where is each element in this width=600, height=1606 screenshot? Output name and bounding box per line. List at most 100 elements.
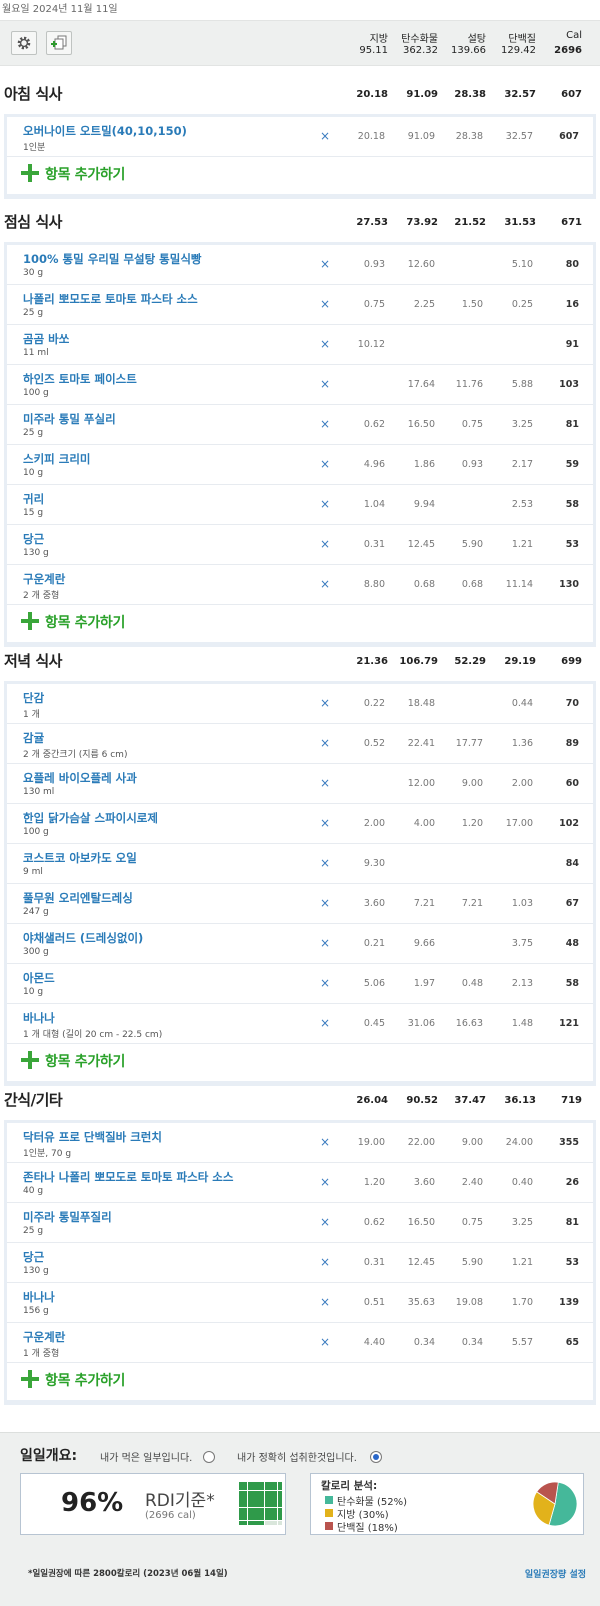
meal-header: 아침 식사 20.18 91.09 28.38 32.57 607 — [0, 68, 600, 114]
plus-icon — [21, 612, 39, 630]
food-name-link[interactable]: 하인즈 토마토 페이스트 — [23, 371, 137, 387]
rdi-label: RDI기준* — [145, 1491, 215, 1511]
food-fat: 9.30 — [363, 858, 385, 869]
food-name-link[interactable]: 스키피 크리미 — [23, 451, 90, 467]
food-name-link[interactable]: 구운계란 — [23, 1329, 65, 1345]
food-serving: 1인분 — [23, 143, 46, 153]
food-protein: 2.00 — [511, 778, 533, 789]
food-serving: 25 g — [23, 1226, 44, 1236]
food-name-link[interactable]: 풀무원 오리엔탈드레싱 — [23, 890, 133, 906]
food-protein: 5.57 — [511, 1337, 533, 1348]
food-serving: 1 개 — [23, 710, 40, 720]
food-name-link[interactable]: 바나나 — [23, 1289, 55, 1305]
food-cal: 48 — [565, 938, 579, 949]
food-carb: 18.48 — [407, 698, 435, 709]
food-name-link[interactable]: 닥터유 프로 단백질바 크런치 — [23, 1129, 162, 1145]
plus-icon — [21, 164, 39, 182]
food-row: 바나나 156 g × 0.51 35.63 19.08 1.70 139 — [7, 1283, 593, 1323]
food-name-link[interactable]: 존타나 나폴리 뽀모도로 토마토 파스타 소스 — [23, 1169, 233, 1185]
food-name-link[interactable]: 미주라 통밀푸질리 — [23, 1209, 112, 1225]
meal-items-box: 100% 통밀 우리밀 무설탕 통밀식빵 30 g × 0.93 12.60 5.10 80… — [4, 242, 596, 647]
settings-button[interactable] — [11, 31, 37, 55]
food-serving: 1인분, 70 g — [23, 1149, 72, 1159]
option-partial-radio[interactable] — [203, 1451, 215, 1463]
food-row: 풀무원 오리엔탈드레싱 247 g × 3.60 7.21 7.21 1.03 67 — [7, 884, 593, 924]
food-name-link[interactable]: 당근 — [23, 531, 44, 547]
food-carb: 91.09 — [407, 131, 435, 142]
delete-item-icon[interactable]: × — [320, 776, 330, 790]
food-name-link[interactable]: 야채샐러드 (드레싱없이) — [23, 930, 143, 946]
option-exact-radio[interactable] — [370, 1451, 382, 1463]
food-name-link[interactable]: 곰곰 바쏘 — [23, 331, 69, 347]
food-name-link[interactable]: 바나나 — [23, 1010, 55, 1026]
meal-items-box: 오버나이트 오트밀(40,10,150) 1인분 × 20.18 91.09 28.38 3… — [4, 114, 596, 199]
food-carb: 31.06 — [407, 1018, 435, 1029]
header-bar: 지방 탄수화물 설탕 단백질 Cal 95.11 362.32 139.66 1… — [0, 20, 600, 66]
food-serving: 2 개 중간크기 (지름 6 cm) — [23, 750, 128, 760]
food-name-link[interactable]: 한입 닭가슴살 스파이시로제 — [23, 810, 158, 826]
food-name-link[interactable]: 나폴리 뽀모도로 토마토 파스타 소스 — [23, 291, 198, 307]
food-protein: 0.25 — [511, 299, 533, 310]
food-serving: 300 g — [23, 947, 49, 957]
food-name-link[interactable]: 100% 통밀 우리밀 무설탕 통밀식빵 — [23, 251, 202, 267]
delete-item-icon[interactable]: × — [320, 377, 330, 391]
food-row: 한입 닭가슴살 스파이시로제 100 g × 2.00 4.00 1.20 17.00 102 — [7, 804, 593, 844]
food-carb: 16.50 — [407, 419, 435, 430]
food-name-link[interactable]: 아몬드 — [23, 970, 55, 986]
meal-total-cal: 671 — [561, 217, 582, 228]
add-item-button[interactable]: 항목 추가하기 — [7, 157, 593, 194]
food-name-link[interactable]: 미주라 통밀 푸실리 — [23, 411, 116, 427]
food-row: 곰곰 바쏘 11 ml × 10.12 91 — [7, 325, 593, 365]
option-exact-label: 내가 정확히 섭취한것입니다. — [237, 1453, 357, 1464]
food-carb: 0.34 — [413, 1337, 435, 1348]
food-cal: 81 — [565, 419, 579, 430]
food-protein: 2.53 — [511, 499, 533, 510]
add-item-label: 항목 추가하기 — [45, 1373, 126, 1389]
food-name-link[interactable]: 오버나이트 오트밀(40,10,150) — [23, 123, 187, 139]
food-carb: 12.60 — [407, 259, 435, 270]
add-copy-button[interactable] — [46, 31, 72, 55]
add-item-label: 항목 추가하기 — [45, 1054, 126, 1070]
food-carb: 12.00 — [407, 778, 435, 789]
food-name-link[interactable]: 요플레 바이오플레 사과 — [23, 770, 137, 786]
legend-protein-label: 단백질 (18%) — [337, 1523, 398, 1534]
food-cal: 53 — [565, 539, 579, 550]
food-row: 야채샐러드 (드레싱없이) 300 g × 0.21 9.66 3.75 48 — [7, 924, 593, 964]
food-name-link[interactable]: 코스트코 아보카도 오일 — [23, 850, 137, 866]
food-name-link[interactable]: 당근 — [23, 1249, 44, 1265]
food-cal: 607 — [559, 131, 579, 142]
food-row: 스키피 크리미 10 g × 4.96 1.86 0.93 2.17 59 — [7, 445, 593, 485]
food-name-link[interactable]: 구운계란 — [23, 571, 65, 587]
food-cal: 60 — [565, 778, 579, 789]
rdi-settings-link[interactable]: 일일권장량 설정 — [525, 1567, 586, 1580]
food-protein: 24.00 — [505, 1137, 533, 1148]
food-name-link[interactable]: 단감 — [23, 690, 44, 706]
meal-section-lunch: 점심 식사 27.53 73.92 21.52 31.53 671 100% 통밀 우리밀 … — [0, 196, 600, 647]
add-item-button[interactable]: 항목 추가하기 — [7, 1363, 593, 1400]
rdi-progress-grid — [239, 1482, 282, 1525]
food-protein: 32.57 — [505, 131, 533, 142]
food-protein: 1.48 — [511, 1018, 533, 1029]
food-row: 미주라 통밀푸질리 25 g × 0.62 16.50 0.75 3.25 81 — [7, 1203, 593, 1243]
meal-section-breakfast: 아침 식사 20.18 91.09 28.38 32.57 607 오버나이트 오트밀(40… — [0, 68, 600, 199]
meal-items-box: 단감 1 개 × 0.22 18.48 0.44 70 감귤 2 개 중간크기 (지름 6 cm… — [4, 681, 596, 1086]
meal-total-protein: 36.13 — [504, 1095, 536, 1106]
food-serving: 247 g — [23, 907, 49, 917]
food-row: 100% 통밀 우리밀 무설탕 통밀식빵 30 g × 0.93 12.60 5.10 80 — [7, 245, 593, 285]
food-cal: 58 — [565, 978, 579, 989]
food-serving: 25 g — [23, 428, 44, 438]
food-row: 감귤 2 개 중간크기 (지름 6 cm) × 0.52 22.41 17.77 1.36 8… — [7, 724, 593, 764]
legend-protein: 단백질 (18%) — [325, 1519, 398, 1534]
food-serving: 25 g — [23, 308, 44, 318]
header-carb-label: 탄수화물 — [401, 34, 438, 45]
total-cal: 2696 — [554, 45, 582, 56]
food-name-link[interactable]: 귀리 — [23, 491, 44, 507]
food-name-link[interactable]: 감귤 — [23, 730, 44, 746]
breakdown-title: 칼로리 분석: — [321, 1480, 378, 1492]
food-row: 미주라 통밀 푸실리 25 g × 0.62 16.50 0.75 3.25 81 — [7, 405, 593, 445]
meal-total-protein: 31.53 — [504, 217, 536, 228]
food-fat: 10.12 — [357, 339, 385, 350]
food-carb: 7.21 — [413, 898, 435, 909]
food-cal: 16 — [565, 299, 579, 310]
food-cal: 121 — [559, 1018, 579, 1029]
